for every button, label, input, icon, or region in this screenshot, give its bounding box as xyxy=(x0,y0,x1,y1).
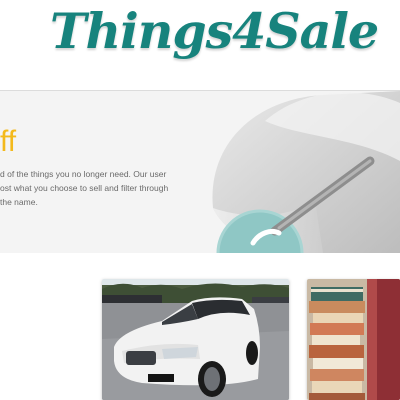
hero-description-line: ost what you choose to sell and filter t… xyxy=(0,183,169,193)
price-tag-illustration xyxy=(205,91,400,253)
listing-card[interactable] xyxy=(307,279,400,400)
hero-description: d of the things you no longer need. Our … xyxy=(0,167,210,209)
site-logo[interactable]: Things4Sale xyxy=(50,2,379,60)
hero-title: ff xyxy=(0,125,17,158)
hero-banner: ff d of the things you no longer need. O… xyxy=(0,91,400,253)
stacked-books-photo xyxy=(307,279,400,400)
site-header: Things4Sale xyxy=(0,0,400,91)
listing-card[interactable] xyxy=(102,279,289,400)
hero-description-line: d of the things you no longer need. Our … xyxy=(0,169,167,179)
hero-description-line: the name. xyxy=(0,197,38,207)
white-sedan-photo xyxy=(102,279,289,400)
